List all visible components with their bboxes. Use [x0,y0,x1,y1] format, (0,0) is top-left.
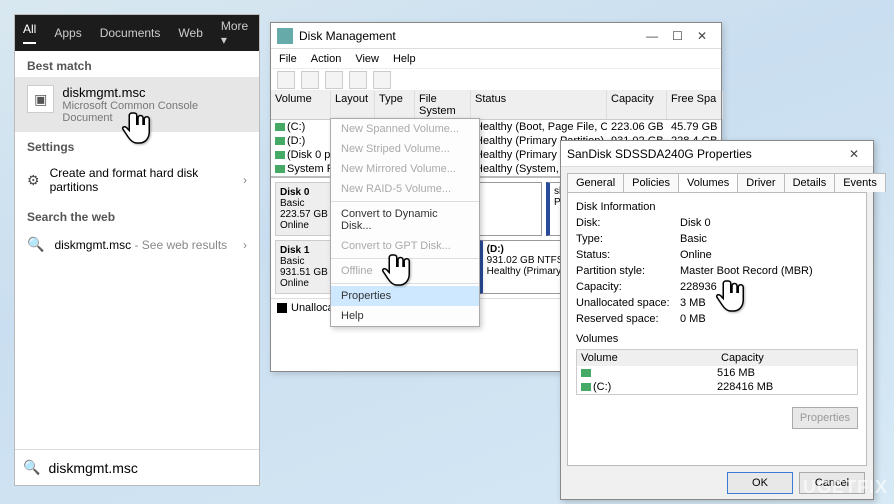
ptab-driver[interactable]: Driver [737,173,784,192]
ctx-new-striped: New Striped Volume... [331,139,479,159]
gear-icon: ⚙ [27,172,40,189]
disk-info-label: Disk Information [576,201,858,213]
volumes-label: Volumes [576,333,858,345]
toolbar-button[interactable] [277,71,295,89]
ptab-events[interactable]: Events [834,173,886,192]
volumes-table[interactable]: VolumeCapacity 516 MB(C:)228416 MB [576,349,858,395]
ctx-new-spanned: New Spanned Volume... [331,119,479,139]
best-match-title: diskmgmt.msc [62,85,247,100]
close-icon[interactable]: ✕ [849,147,859,161]
menubar: File Action View Help [271,49,721,69]
best-match-label: Best match [15,51,259,77]
toolbar [271,69,721,91]
window-title: Disk Management [299,29,396,43]
search-icon: 🔍 [27,236,44,253]
ctx-help[interactable]: Help [331,306,479,326]
toolbar-button[interactable] [325,71,343,89]
cursor-hand-icon [712,276,752,316]
tab-more[interactable]: More ▾ [221,19,251,47]
search-flyout: All Apps Documents Web More ▾ Best match… [14,14,260,486]
ptab-details[interactable]: Details [784,173,836,192]
ptab-volumes[interactable]: Volumes [678,173,738,192]
setting-text: Create and format hard disk partitions [50,166,233,194]
ctx-new-mirrored: New Mirrored Volume... [331,159,479,179]
ctx-convert-dynamic[interactable]: Convert to Dynamic Disk... [331,204,479,236]
disk-context-menu: New Spanned Volume... New Striped Volume… [330,118,480,327]
cursor-hand-icon [118,108,158,148]
web-result-item[interactable]: 🔍 diskmgmt.msc - See web results › [15,228,259,261]
tab-all[interactable]: All [23,22,36,44]
search-box[interactable]: 🔍 [15,449,259,485]
ctx-new-raid5: New RAID-5 Volume... [331,179,479,199]
ptab-general[interactable]: General [567,173,624,192]
menu-file[interactable]: File [279,53,297,65]
cursor-hand-icon [378,250,418,290]
menu-view[interactable]: View [355,53,379,65]
menu-help[interactable]: Help [393,53,416,65]
chevron-right-icon: › [243,238,247,252]
tab-documents[interactable]: Documents [100,26,161,40]
dm-titlebar[interactable]: Disk Management — ☐ ✕ [271,23,721,49]
toolbar-button[interactable] [301,71,319,89]
ptab-policies[interactable]: Policies [623,173,679,192]
volume-table-row[interactable]: 516 MB [577,366,857,380]
setting-item-partitions[interactable]: ⚙ Create and format hard disk partitions… [15,158,259,202]
search-tabs: All Apps Documents Web More ▾ [15,15,259,51]
chevron-right-icon: › [243,173,247,187]
volume-list-header: VolumeLayoutTypeFile SystemStatusCapacit… [271,91,721,120]
toolbar-button[interactable] [373,71,391,89]
maximize-icon[interactable]: ☐ [672,29,683,43]
mmc-icon: ▣ [27,85,54,113]
tab-apps[interactable]: Apps [54,26,81,40]
search-input[interactable] [48,460,251,476]
properties-button: Properties [792,407,858,429]
close-icon[interactable]: ✕ [697,29,707,43]
app-icon [277,28,293,44]
dialog-title: SanDisk SDSSDA240G Properties [567,147,752,161]
tab-web[interactable]: Web [178,26,202,40]
ok-button[interactable]: OK [727,472,793,494]
menu-action[interactable]: Action [311,53,342,65]
search-icon: 🔍 [23,459,40,476]
web-result-text: diskmgmt.msc - See web results [54,238,227,252]
volume-table-row[interactable]: (C:)228416 MB [577,380,857,394]
toolbar-button[interactable] [349,71,367,89]
disk-properties-dialog: SanDisk SDSSDA240G Properties ✕ General … [560,140,874,500]
watermark: UGETFIX [803,477,888,498]
minimize-icon[interactable]: — [646,29,658,43]
search-web-label: Search the web [15,202,259,228]
prop-tabs: General Policies Volumes Driver Details … [561,167,873,192]
